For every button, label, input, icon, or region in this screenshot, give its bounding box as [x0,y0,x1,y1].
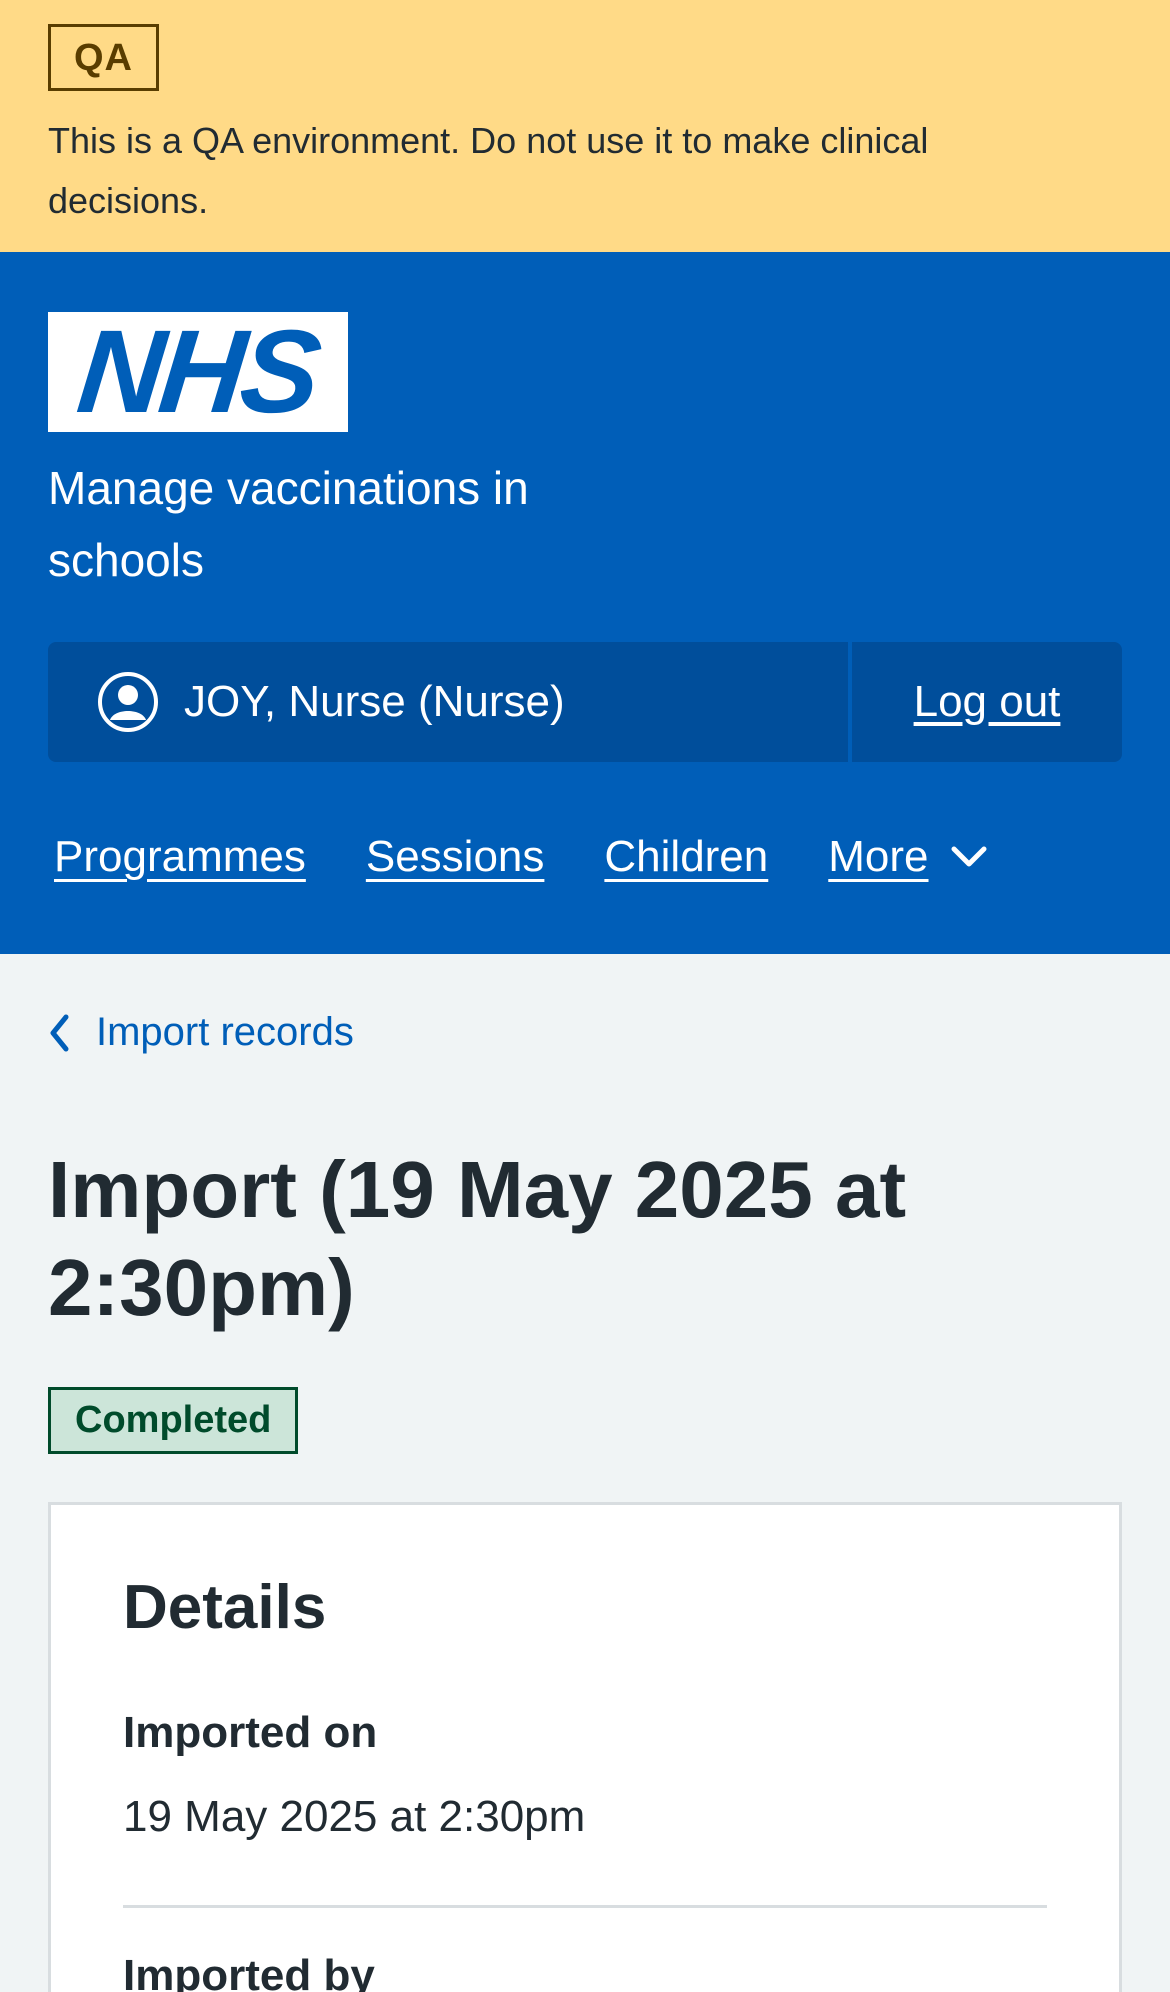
summary-key-imported-by: Imported by [123,1951,375,1992]
nav-item-more[interactable]: More [828,832,988,882]
details-heading: Details [123,1573,327,1642]
status-badge: Completed [48,1387,299,1454]
nav-item-sessions[interactable]: Sessions [366,832,545,882]
service-name[interactable]: Manage vaccinations in schools [48,452,668,596]
page-title: Import (19 May 2025 at 2:30pm) [48,1145,907,1332]
account-user-name: JOY, Nurse (Nurse) [184,677,565,726]
nav-item-programmes[interactable]: Programmes [54,832,306,882]
back-link-label: Import records [96,1010,354,1054]
nhs-logo-text: NHS [72,306,324,438]
nav-item-children[interactable]: Children [604,832,768,882]
nav-item-label: Children [604,832,769,881]
summary-key-imported-on: Imported on [123,1708,378,1757]
summary-value-imported-on: 19 May 2025 at 2:30pm [123,1792,586,1841]
nhs-logo[interactable]: NHS [48,306,348,438]
main-content: Import records Import (19 May 2025 at 2:… [0,1010,1170,1992]
chevron-left-icon [50,1014,69,1051]
user-circle-icon [98,672,158,732]
site-header: NHS Manage vaccinations in schools JOY, … [0,252,1170,954]
details-card: Details Imported on 19 May 2025 at 2:30p… [48,1502,1122,1992]
account-bar: JOY, Nurse (Nurse) Log out [48,642,1122,762]
primary-navigation: Programmes Sessions Children More [48,832,1122,882]
logout-link[interactable]: Log out [852,642,1122,762]
nav-item-label: More [828,832,929,881]
account-user: JOY, Nurse (Nurse) [48,642,848,762]
summary-divider [123,1905,1047,1908]
chevron-down-icon [951,846,987,867]
nav-item-label: Programmes [54,832,306,881]
back-link[interactable]: Import records [48,1010,1122,1055]
qa-environment-banner: QA This is a QA environment. Do not use … [0,0,1170,252]
nav-item-label: Sessions [365,832,545,881]
qa-tag: QA [48,24,159,91]
qa-banner-message: This is a QA environment. Do not use it … [48,120,929,221]
